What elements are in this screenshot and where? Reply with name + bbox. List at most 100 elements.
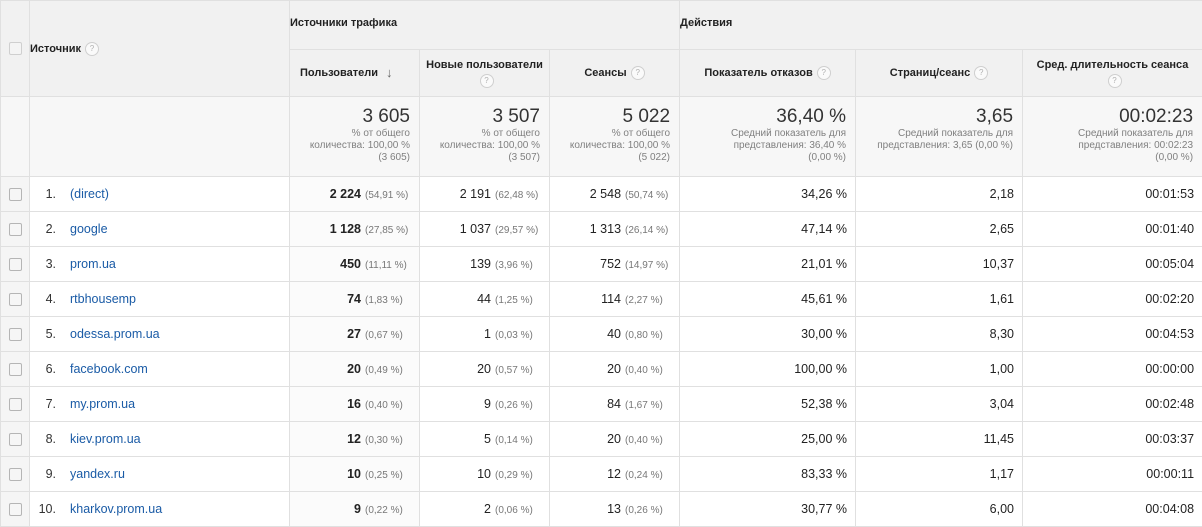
avg-duration-cell: 00:02:20 <box>1023 282 1202 317</box>
bounce-rate-cell: 21,01 % <box>680 247 856 282</box>
new-users-column-header[interactable]: Новые пользователи? <box>420 50 550 97</box>
sessions-percent: (1,67 %) <box>625 400 671 411</box>
users-percent: (0,30 %) <box>365 435 411 446</box>
help-icon[interactable]: ? <box>85 42 99 56</box>
source-cell: 1. (direct) <box>30 177 290 212</box>
total-pages-cell: 3,65 Средний показатель для представлени… <box>856 97 1023 177</box>
total-new-users-note-2: количества: 100,00 % <box>426 140 540 152</box>
select-all-checkbox[interactable] <box>9 42 22 55</box>
row-checkbox[interactable] <box>9 293 22 306</box>
select-all-cell <box>1 1 30 97</box>
row-checkbox[interactable] <box>9 433 22 446</box>
row-index: 6. <box>30 362 56 376</box>
avg-session-duration-column-header[interactable]: Сред. длительность сеанса? <box>1023 50 1202 97</box>
row-index: 3. <box>30 257 56 271</box>
sessions-cell: 752(14,97 %) <box>550 247 680 282</box>
users-cell: 16(0,40 %) <box>290 387 420 422</box>
sort-descending-icon[interactable]: ↓ <box>386 65 396 81</box>
row-checkbox-cell <box>1 212 30 247</box>
row-checkbox[interactable] <box>9 503 22 516</box>
help-icon[interactable]: ? <box>1108 74 1122 88</box>
sessions-percent: (0,26 %) <box>625 505 671 516</box>
actions-group-label: Действия <box>680 17 732 29</box>
source-link[interactable]: facebook.com <box>70 362 148 376</box>
source-cell: 6. facebook.com <box>30 352 290 387</box>
duration-header-label: Сред. длительность сеанса <box>1037 59 1189 71</box>
pages-per-session-column-header[interactable]: Страниц/сеанс? <box>856 50 1023 97</box>
source-column-header[interactable]: Источник? <box>30 1 290 97</box>
users-header-label: Пользователи <box>300 67 378 79</box>
source-link[interactable]: kiev.prom.ua <box>70 432 141 446</box>
avg-duration-cell: 00:00:11 <box>1023 457 1202 492</box>
avg-duration-cell: 00:03:37 <box>1023 422 1202 457</box>
sessions-value: 12 <box>607 467 621 481</box>
help-icon[interactable]: ? <box>480 74 494 88</box>
users-value: 12 <box>347 432 361 446</box>
users-cell: 2 224(54,91 %) <box>290 177 420 212</box>
new-users-value: 44 <box>477 292 491 306</box>
sessions-percent: (0,40 %) <box>625 435 671 446</box>
avg-duration-cell: 00:05:04 <box>1023 247 1202 282</box>
table-row: 6.facebook.com 20(0,49 %) 20(0,57 %) 20(… <box>1 352 1202 387</box>
source-link[interactable]: rtbhousemp <box>70 292 136 306</box>
users-value: 74 <box>347 292 361 306</box>
source-link[interactable]: my.prom.ua <box>70 397 135 411</box>
bounce-rate-cell: 30,77 % <box>680 492 856 527</box>
pages-per-session-cell: 2,18 <box>856 177 1023 212</box>
users-percent: (0,25 %) <box>365 470 411 481</box>
new-users-percent: (0,14 %) <box>495 435 541 446</box>
row-checkbox[interactable] <box>9 363 22 376</box>
source-link[interactable]: google <box>70 222 108 236</box>
new-users-value: 2 <box>484 502 491 516</box>
source-cell: 3. prom.ua <box>30 247 290 282</box>
sessions-percent: (0,24 %) <box>625 470 671 481</box>
new-users-percent: (0,26 %) <box>495 400 541 411</box>
row-checkbox[interactable] <box>9 398 22 411</box>
help-icon[interactable]: ? <box>817 66 831 80</box>
new-users-cell: 2 191(62,48 %) <box>420 177 550 212</box>
row-checkbox[interactable] <box>9 328 22 341</box>
new-users-value: 10 <box>477 467 491 481</box>
total-duration-note-2: представления: 00:02:23 <box>1029 140 1193 152</box>
new-users-percent: (0,57 %) <box>495 365 541 376</box>
sessions-cell: 40(0,80 %) <box>550 317 680 352</box>
pages-per-session-cell: 6,00 <box>856 492 1023 527</box>
source-link[interactable]: yandex.ru <box>70 467 125 481</box>
source-link[interactable]: prom.ua <box>70 257 116 271</box>
sessions-percent: (26,14 %) <box>625 225 671 236</box>
users-percent: (54,91 %) <box>365 190 411 201</box>
row-checkbox[interactable] <box>9 468 22 481</box>
users-percent: (27,85 %) <box>365 225 411 236</box>
sessions-percent: (0,80 %) <box>625 330 671 341</box>
source-link[interactable]: odessa.prom.ua <box>70 327 160 341</box>
source-link[interactable]: kharkov.prom.ua <box>70 502 162 516</box>
row-checkbox[interactable] <box>9 258 22 271</box>
help-icon[interactable]: ? <box>631 66 645 80</box>
new-users-percent: (1,25 %) <box>495 295 541 306</box>
total-pages-value: 3,65 <box>862 106 1013 128</box>
avg-duration-cell: 00:04:08 <box>1023 492 1202 527</box>
table-row: 1. (direct) 2 224(54,91 %) 2 191(62,48 %)… <box>1 177 1202 212</box>
bounce-rate-column-header[interactable]: Показатель отказов? <box>680 50 856 97</box>
new-users-cell: 44 (1,25 %) <box>420 282 550 317</box>
new-users-percent: (0,06 %) <box>495 505 541 516</box>
new-users-value: 2 191 <box>460 187 491 201</box>
new-users-percent: (3,96 %) <box>495 260 541 271</box>
source-cell: 7.my.prom.ua <box>30 387 290 422</box>
new-users-cell: 10(0,29 %) <box>420 457 550 492</box>
users-percent: (11,11 %) <box>365 260 411 271</box>
total-sessions-note-1: % от общего <box>556 128 670 140</box>
avg-duration-cell: 00:00:00 <box>1023 352 1202 387</box>
users-column-header[interactable]: Пользователи ↓ <box>290 50 420 97</box>
sessions-column-header[interactable]: Сеансы? <box>550 50 680 97</box>
source-cell: 8.kiev.prom.ua <box>30 422 290 457</box>
pages-per-session-cell: 3,04 <box>856 387 1023 422</box>
row-checkbox[interactable] <box>9 188 22 201</box>
source-link[interactable]: (direct) <box>70 187 109 201</box>
help-icon[interactable]: ? <box>974 66 988 80</box>
row-checkbox[interactable] <box>9 223 22 236</box>
sessions-value: 20 <box>607 362 621 376</box>
users-value: 450 <box>340 257 361 271</box>
row-index: 1. <box>30 187 56 201</box>
users-cell: 12 (0,30 %) <box>290 422 420 457</box>
